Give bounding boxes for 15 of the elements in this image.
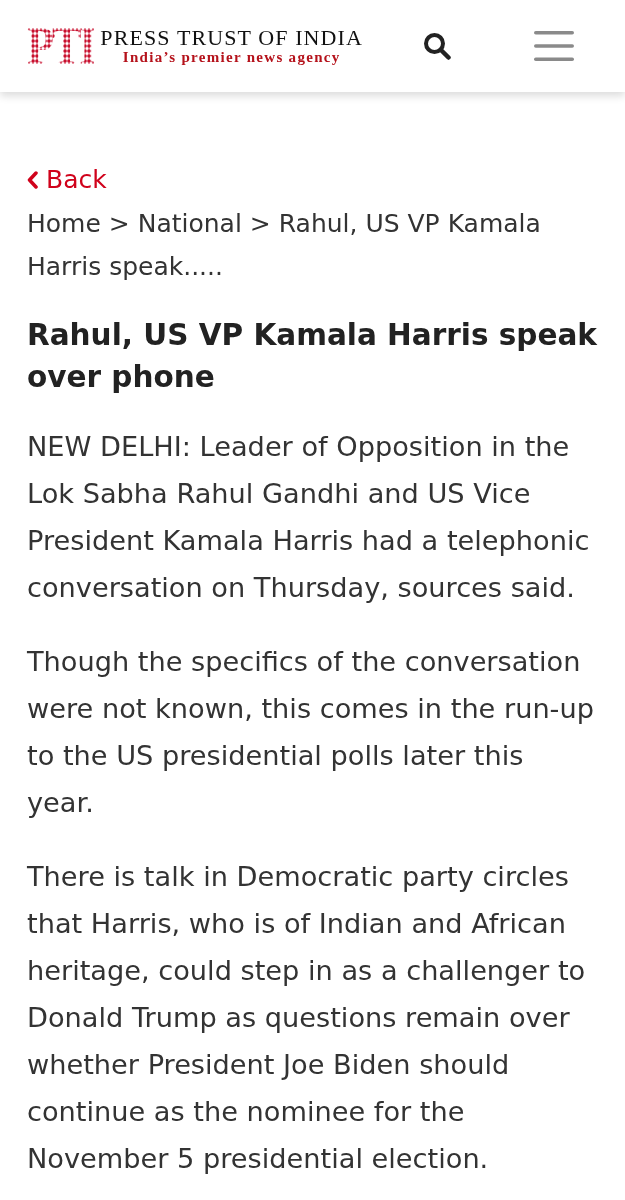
back-link[interactable]: Back [27,162,107,198]
breadcrumb-link[interactable]: Home [27,209,101,238]
logo-name: PRESS TRUST OF INDIA [100,26,363,49]
article-headline: Rahul, US VP Kamala Harris speak over phone [27,317,598,396]
article-paragraph: NEW DELHI: Leader of Opposition in the Lok Sabha Rahul Gandhi and US Vice President Kamala Harris had a telephonic conversation on Thursday, sources said. [27,430,591,605]
chevron-left-icon [27,171,38,189]
breadcrumb-link[interactable]: National [137,209,242,238]
article-paragraph: There is talk in Democratic party circles that Harris, who is of Indian and African heritage, could step in as a challenger to Donald Trump as questions remain over whether President Joe Biden should continue as the nominee for the November 5 presidential election. [27,860,587,1176]
menu-icon [534,31,574,61]
search-icon [423,32,451,60]
breadcrumb: Home > National > Rahul, US VP Kamala Harris speak..... [27,208,542,283]
article-paragraph: Though the specifics of the conversation were not known, this comes in the run-up to the US presidential polls later this year. [27,645,595,820]
menu-button[interactable] [534,31,574,61]
search-button[interactable] [423,32,451,60]
logo-tagline: India’s premier news agency [122,48,341,66]
